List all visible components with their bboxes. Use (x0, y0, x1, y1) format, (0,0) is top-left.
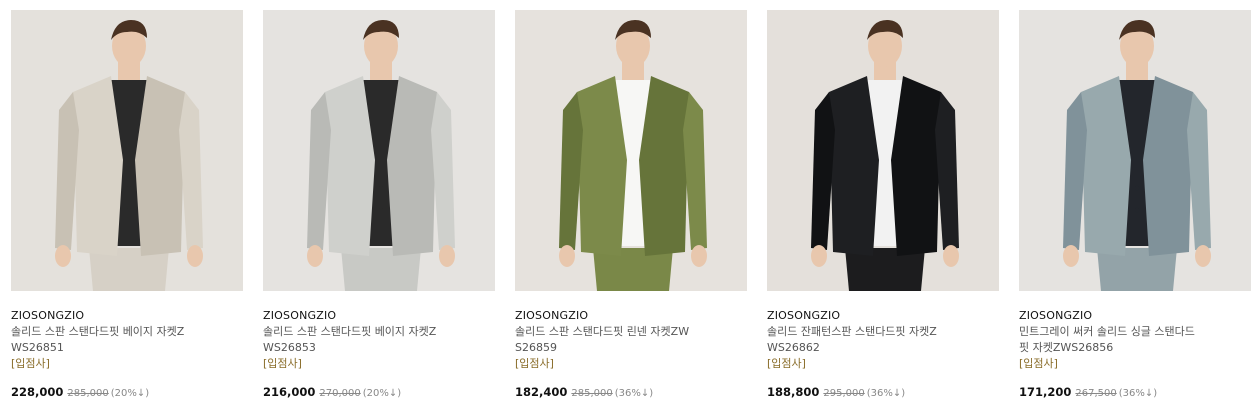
button (882, 207, 888, 213)
product-brand[interactable]: ZIOSONGZIO (11, 308, 243, 324)
original-price: 295,000 (823, 388, 865, 399)
hand-right (943, 245, 959, 267)
button (378, 185, 384, 191)
original-price: 285,000 (67, 388, 109, 399)
original-price: 285,000 (571, 388, 613, 399)
model-photo (515, 10, 747, 291)
hand-right (439, 245, 455, 267)
price-row: 171,200 267,500 (36%↓) (1019, 384, 1251, 402)
sale-price: 216,000 (263, 385, 316, 399)
product-card[interactable]: ZIOSONGZIO 민트그레이 써커 솔리드 싱글 스탠다드핏 자켓ZWS26… (1019, 10, 1251, 402)
product-info: ZIOSONGZIO 솔리드 잔패턴스판 스탠다드핏 자켓ZWS26862 [입… (767, 291, 999, 402)
button (126, 185, 132, 191)
discount-rate: (20%↓) (362, 388, 402, 399)
seller-tag: [입점사] (11, 357, 50, 370)
discount-rate: (36%↓) (614, 388, 654, 399)
product-image[interactable] (515, 10, 747, 291)
product-grid: ZIOSONGZIO 솔리드 스판 스탠다드핏 베이지 자켓ZWS26851 [… (0, 0, 1257, 415)
sale-price: 228,000 (11, 385, 64, 399)
hand-left (55, 245, 71, 267)
product-brand[interactable]: ZIOSONGZIO (767, 308, 999, 324)
product-name[interactable]: 솔리드 잔패턴스판 스탠다드핏 자켓ZWS26862 (767, 324, 947, 356)
product-card[interactable]: ZIOSONGZIO 솔리드 스판 스탠다드핏 베이지 자켓ZWS26851 [… (11, 10, 243, 402)
price-row: 216,000 270,000 (20%↓) (263, 384, 495, 402)
product-name[interactable]: 민트그레이 써커 솔리드 싱글 스탠다드핏 자켓ZWS26856 (1019, 324, 1199, 356)
pants (89, 248, 169, 291)
pants (1097, 248, 1177, 291)
price-row: 228,000 285,000 (20%↓) (11, 384, 243, 402)
product-card[interactable]: ZIOSONGZIO 솔리드 스판 스탠다드핏 베이지 자켓ZWS26853 [… (263, 10, 495, 402)
discount-rate: (36%↓) (866, 388, 906, 399)
button (1134, 207, 1140, 213)
product-info: ZIOSONGZIO 민트그레이 써커 솔리드 싱글 스탠다드핏 자켓ZWS26… (1019, 291, 1251, 402)
hand-left (1063, 245, 1079, 267)
product-card[interactable]: ZIOSONGZIO 솔리드 잔패턴스판 스탠다드핏 자켓ZWS26862 [입… (767, 10, 999, 402)
model-photo (11, 10, 243, 291)
hand-right (691, 245, 707, 267)
button (882, 185, 888, 191)
product-name[interactable]: 솔리드 스판 스탠다드핏 베이지 자켓ZWS26853 (263, 324, 443, 356)
price-row: 188,800 295,000 (36%↓) (767, 384, 999, 402)
pants (593, 248, 673, 291)
sale-price: 171,200 (1019, 385, 1072, 399)
button (630, 185, 636, 191)
product-card[interactable]: ZIOSONGZIO 솔리드 스판 스탠다드핏 린넨 자켓ZWS26859 [입… (515, 10, 747, 402)
model-photo (263, 10, 495, 291)
model-photo (767, 10, 999, 291)
product-image[interactable] (11, 10, 243, 291)
seller-tag: [입점사] (515, 357, 554, 370)
product-name[interactable]: 솔리드 스판 스탠다드핏 베이지 자켓ZWS26851 (11, 324, 191, 356)
product-brand[interactable]: ZIOSONGZIO (515, 308, 747, 324)
seller-tag: [입점사] (263, 357, 302, 370)
product-name[interactable]: 솔리드 스판 스탠다드핏 린넨 자켓ZWS26859 (515, 324, 695, 356)
hand-left (307, 245, 323, 267)
button (630, 207, 636, 213)
sale-price: 188,800 (767, 385, 820, 399)
button (378, 207, 384, 213)
hand-right (1195, 245, 1211, 267)
discount-rate: (36%↓) (1118, 388, 1158, 399)
model-photo (1019, 10, 1251, 291)
button (126, 207, 132, 213)
seller-tag: [입점사] (767, 357, 806, 370)
product-image[interactable] (1019, 10, 1251, 291)
original-price: 267,500 (1075, 388, 1117, 399)
hand-left (811, 245, 827, 267)
product-info: ZIOSONGZIO 솔리드 스판 스탠다드핏 린넨 자켓ZWS26859 [입… (515, 291, 747, 402)
product-info: ZIOSONGZIO 솔리드 스판 스탠다드핏 베이지 자켓ZWS26851 [… (11, 291, 243, 402)
pants (341, 248, 421, 291)
product-brand[interactable]: ZIOSONGZIO (263, 308, 495, 324)
hand-right (187, 245, 203, 267)
button (1134, 185, 1140, 191)
product-image[interactable] (263, 10, 495, 291)
discount-rate: (20%↓) (110, 388, 150, 399)
pants (845, 248, 925, 291)
price-row: 182,400 285,000 (36%↓) (515, 384, 747, 402)
sale-price: 182,400 (515, 385, 568, 399)
hand-left (559, 245, 575, 267)
seller-tag: [입점사] (1019, 357, 1058, 370)
product-image[interactable] (767, 10, 999, 291)
product-brand[interactable]: ZIOSONGZIO (1019, 308, 1251, 324)
product-info: ZIOSONGZIO 솔리드 스판 스탠다드핏 베이지 자켓ZWS26853 [… (263, 291, 495, 402)
original-price: 270,000 (319, 388, 361, 399)
